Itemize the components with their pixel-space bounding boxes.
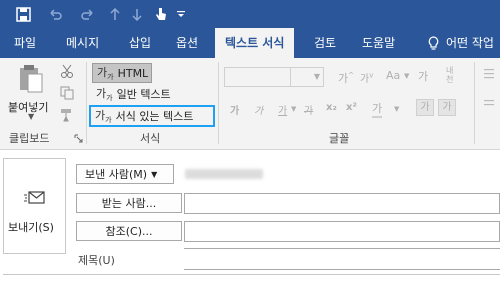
redo-icon[interactable]: [78, 5, 96, 23]
tab-review[interactable]: 검토: [314, 28, 336, 58]
format-plain-text-label: 일반 텍스트: [116, 88, 171, 101]
arrow-down-icon[interactable]: [128, 5, 146, 23]
highlight-button[interactable]: 가: [416, 99, 434, 116]
separator: [218, 62, 219, 144]
font-color-button[interactable]: 가: [372, 100, 383, 118]
separator: [86, 62, 87, 144]
tab-format-text[interactable]: 텍스트 서식: [215, 28, 295, 58]
ribbon-tabs: 파일 메시지 삽입 옵션 텍스트 서식 검토 도움말 어떤 작업: [0, 28, 500, 58]
bold-button[interactable]: 가: [230, 102, 239, 117]
separator: [474, 62, 475, 144]
italic-button[interactable]: 가: [254, 102, 263, 117]
send-label: 보내기(S): [8, 221, 54, 234]
format-plain-text-button[interactable]: 가가 일반 텍스트: [96, 85, 171, 103]
format-group-label: 서식: [140, 132, 161, 145]
subject-field[interactable]: [184, 248, 500, 270]
font-color-dropdown-icon[interactable]: ▼: [394, 105, 399, 113]
rich-text-format-icon: 가가: [95, 108, 112, 125]
font-group-label: 글꼴: [329, 132, 350, 145]
change-case-dropdown-icon[interactable]: ▼: [404, 72, 409, 80]
paragraph-list-icon[interactable]: [482, 66, 496, 116]
touch-mode-icon[interactable]: [152, 5, 170, 23]
clear-formatting-button[interactable]: 가: [418, 68, 428, 84]
tab-file[interactable]: 파일: [14, 28, 36, 58]
tab-message[interactable]: 메시지: [66, 28, 99, 58]
paste-button[interactable]: 붙여넣기 ▼: [6, 62, 56, 121]
tab-insert[interactable]: 삽입: [129, 28, 151, 58]
from-label: 보낸 사람(M): [85, 168, 148, 181]
tab-options[interactable]: 옵션: [176, 28, 198, 58]
char-shading-button[interactable]: 가: [438, 99, 456, 116]
paste-icon: [20, 65, 43, 93]
format-rich-text-button[interactable]: 가가 서식 있는 텍스트: [89, 105, 215, 127]
title-bar: [0, 0, 500, 28]
arrow-up-icon[interactable]: [106, 5, 124, 23]
change-case-button[interactable]: Aa: [386, 69, 400, 82]
paste-dropdown-icon[interactable]: ▼: [28, 112, 34, 121]
chevron-down-icon: ▼: [313, 72, 320, 81]
font-size-select[interactable]: ▼: [290, 67, 324, 87]
chevron-down-icon: ▼: [151, 169, 158, 179]
tell-me-box[interactable]: 어떤 작업: [428, 28, 494, 58]
save-icon[interactable]: [14, 5, 32, 23]
tell-me-label: 어떤 작업: [446, 36, 494, 50]
from-button[interactable]: 보낸 사람(M) ▼: [76, 164, 174, 184]
message-body-border: [3, 274, 500, 290]
copy-icon[interactable]: [60, 86, 74, 100]
strikethrough-button[interactable]: 가: [304, 102, 313, 117]
tab-help[interactable]: 도움말: [362, 28, 395, 58]
message-header: 보내기(S) 보낸 사람(M) ▼ 받는 사람... 참조(C)... 제목(U…: [0, 151, 500, 290]
cc-label: 참조(C)...: [105, 225, 153, 238]
grow-font-button[interactable]: 가^: [338, 70, 354, 86]
subscript-button[interactable]: x₂: [326, 102, 337, 113]
format-html-button[interactable]: 가가 HTML: [92, 63, 152, 83]
format-rich-text-label: 서식 있는 텍스트: [115, 110, 194, 123]
lightbulb-icon: [428, 35, 439, 50]
clipboard-group-label: 클립보드: [9, 132, 50, 145]
format-html-label: HTML: [117, 66, 149, 80]
phonetic-guide-button[interactable]: 내천: [446, 66, 460, 84]
cc-button[interactable]: 참조(C)...: [76, 221, 182, 241]
customize-qat-icon[interactable]: [172, 5, 190, 23]
send-button[interactable]: 보내기(S): [3, 158, 66, 254]
ribbon: 붙여넣기 ▼ 클립보드 가가 HTML 가가 일반 텍스트 가가 서식 있는 텍…: [0, 58, 500, 150]
to-field[interactable]: [184, 193, 500, 214]
to-button[interactable]: 받는 사람...: [76, 193, 182, 213]
underline-button[interactable]: 가: [278, 102, 287, 117]
subject-label: 제목(U): [78, 254, 115, 267]
cut-icon[interactable]: [60, 64, 74, 78]
superscript-button[interactable]: x²: [346, 102, 357, 113]
format-painter-icon[interactable]: [60, 108, 74, 122]
undo-icon[interactable]: [46, 5, 64, 23]
shrink-font-button[interactable]: 가v: [360, 70, 373, 85]
cc-field[interactable]: [184, 221, 500, 242]
from-address-blurred: [185, 169, 263, 179]
clipboard-launcher-icon[interactable]: [74, 133, 83, 143]
to-label: 받는 사람...: [101, 197, 157, 210]
html-format-icon: 가가: [97, 65, 114, 82]
plain-text-format-icon: 가가: [96, 86, 113, 103]
send-icon: [24, 191, 45, 204]
underline-dropdown-icon[interactable]: ▼: [291, 105, 296, 113]
